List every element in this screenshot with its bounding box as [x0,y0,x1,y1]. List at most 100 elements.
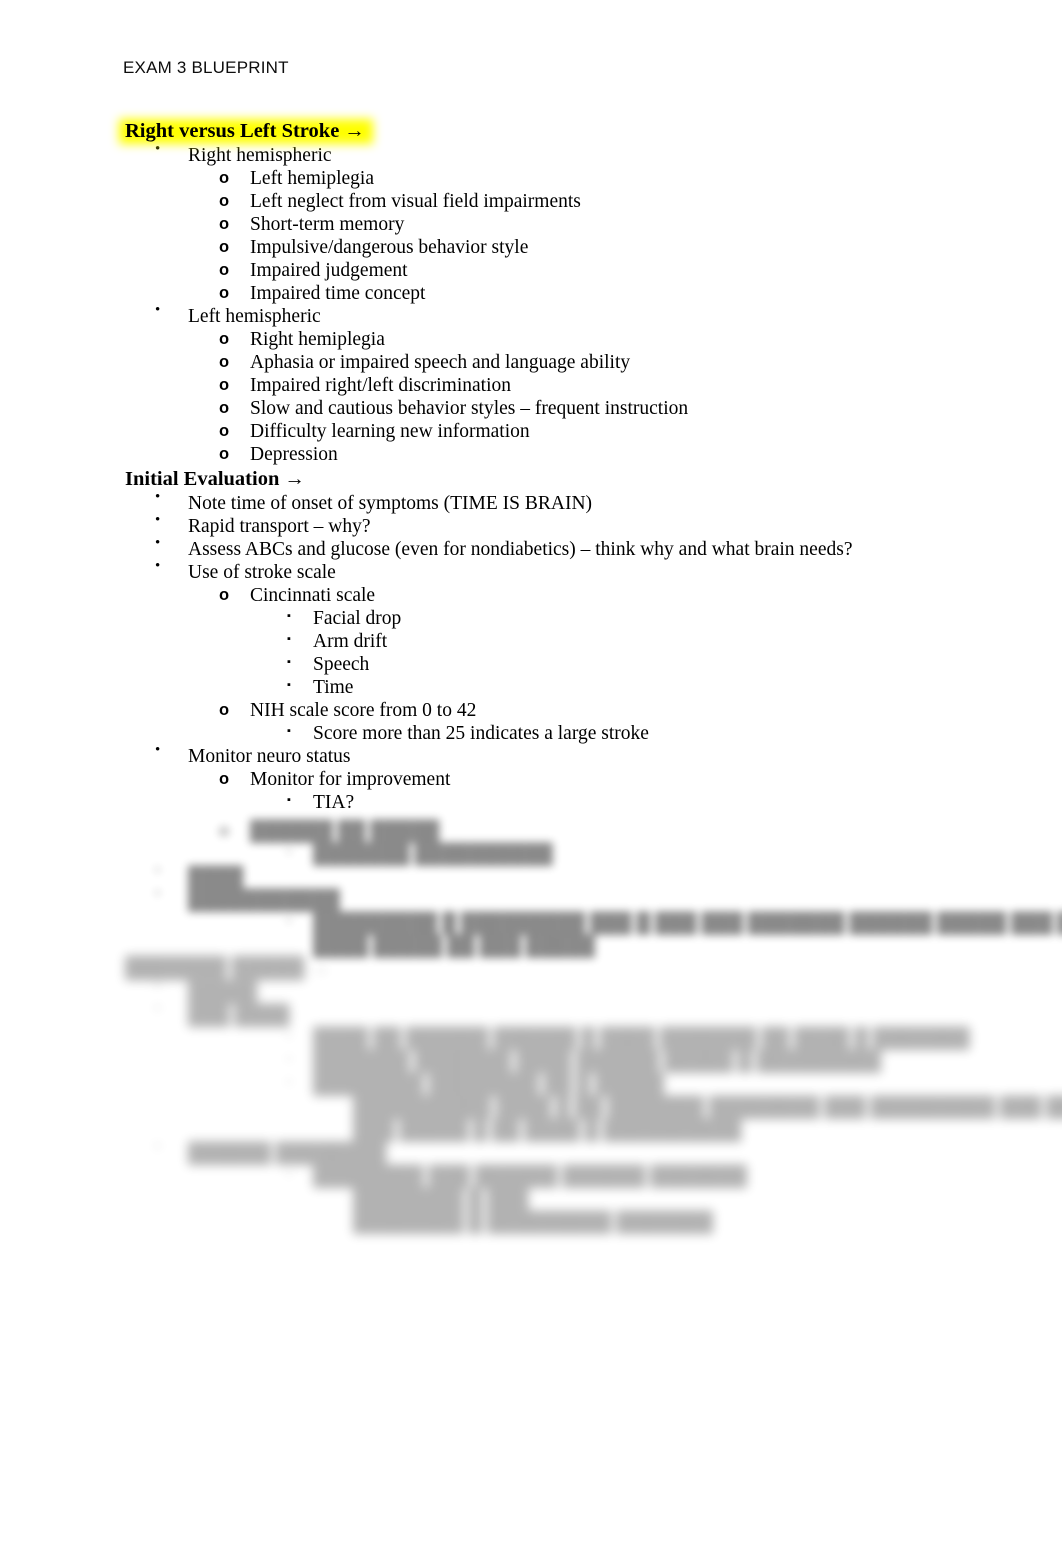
bullet-circle-o-icon: o [219,330,230,348]
bullet-circle-o-icon: o [219,445,230,463]
list-item: o Impaired judgement [0,259,1062,282]
bullet-circle-o-icon: o [219,822,230,840]
list-item: ▪ ████████ ███ ██████ ██████ ███████ [0,1165,1062,1188]
list-item-text: Difficulty learning new information [250,421,530,442]
list-item-text: ████████ █ █████████ ███████ [353,1212,714,1233]
bullet-circle-o-icon: o [219,399,230,417]
bullet-square-icon: ▪ [287,794,291,806]
list-item: o Left neglect from visual field impairm… [0,190,1062,213]
bullet-dot-icon: • [155,742,161,758]
list-item: ▪ ████████ ████████ ██ █ █████ [0,1073,1062,1096]
list-item-text: TIA? [313,792,355,813]
list-item-text: Score more than 25 indicates a large str… [313,723,649,744]
list-item-text: Short-term memory [250,214,405,235]
bullet-square-icon: ▪ [287,846,291,858]
list-item: ▪ Speech [0,653,1062,676]
section-heading-text: Initial Evaluation → [125,468,305,490]
list-item: o Monitor for improvement [0,768,1062,791]
list-item: ████ █████ ██ ███ █████ [0,935,1062,958]
obscured-list-lower: • █████ • ███ ████ ▪ ████ ██ ██████ ████… [0,978,1062,1234]
list-item-text: Left hemispheric [188,306,321,327]
list-item: • ███████████ [0,886,1062,912]
list-item-text: Impaired judgement [250,260,408,281]
bullet-dot-icon: • [155,978,161,994]
bullet-circle-o-icon: o [219,215,230,233]
list-item: ▪ Time [0,676,1062,699]
list-item: • Use of stroke scale [0,558,1062,584]
list-item-text: Impulsive/dangerous behavior style [250,237,529,258]
bullet-dot-icon: • [155,535,161,551]
bullet-dot-icon: • [155,886,161,902]
list-item-text: Assess ABCs and glucose (even for nondia… [188,539,853,560]
list-item: o Difficulty learning new information [0,420,1062,443]
bullet-square-icon: ▪ [287,1030,291,1042]
list-item: ▪ Facial drop [0,607,1062,630]
list-item: • Monitor neuro status [0,742,1062,768]
list-item-text: Facial drop [313,608,402,629]
bullet-square-icon: ▪ [287,656,291,668]
list-item-text: Impaired time concept [250,283,426,304]
list-item-text: ████████ █ ███ [353,1189,529,1210]
bullet-dot-icon: • [155,512,161,528]
list-item: o Short-term memory [0,213,1062,236]
list-item-text: Cincinnati scale [250,585,376,606]
bullet-dot-icon: • [155,863,161,879]
list-item: • Right hemispheric [0,141,1062,167]
list-item-text: Time [313,677,354,698]
list-item: o Cincinnati scale [0,584,1062,607]
list-item-text: NIH scale score from 0 to 42 [250,700,477,721]
bullet-square-icon: ▪ [287,1168,291,1180]
bullet-square-icon: ▪ [287,679,291,691]
bullet-square-icon: ▪ [287,915,291,927]
list-item-text: ██████████ ████ █ ██ ███████ ████████ ██… [353,1097,1062,1118]
bullet-circle-o-icon: o [219,422,230,440]
list-item-text: Use of stroke scale [188,562,336,583]
list-item-text: Depression [250,444,338,465]
list-item: o Right hemiplegia [0,328,1062,351]
list-item-text: Impaired right/left discrimination [250,375,512,396]
list-item-text: █████ [188,982,258,1003]
running-header: EXAM 3 BLUEPRINT [123,58,289,77]
section-list-initial-evaluation: • Note time of onset of symptoms (TIME I… [0,489,1062,814]
list-item-text: Slow and cautious behavior styles – freq… [250,398,689,419]
list-item-text: ██████ ████████ [188,1143,387,1164]
section-heading-text: Right versus Left Stroke → [125,120,365,142]
bullet-circle-o-icon: o [219,192,230,210]
document-body: Right versus Left Stroke → • Right hemis… [0,118,1062,814]
bullet-circle-o-icon: o [219,284,230,302]
list-item: • ███ ████ [0,1001,1062,1027]
list-item-text: Note time of onset of symptoms (TIME IS … [188,493,593,514]
list-item-text: ███ █████ █ ██ ████ █ ██████████ [353,1120,742,1141]
list-item-text: Rapid transport – why? [188,516,371,537]
bullet-square-icon: ▪ [287,633,291,645]
list-item: o Left hemiplegia [0,167,1062,190]
list-item-text: Speech [313,654,370,675]
list-item: ██████████ ████ █ ██ ███████ ████████ ██… [0,1096,1062,1119]
list-item-text: ████ [188,867,244,888]
list-item-text: █████████ █ █████████ ███ █ ███ ███ ████… [313,913,1062,934]
obscured-list-upper: o ██████ ██ █████ ▪ ███████ ██████████ •… [0,820,1062,958]
list-item-text: ███████ ██████████ [313,844,553,865]
bullet-dot-icon: • [155,302,161,318]
list-item-text: Left neglect from visual field impairmen… [250,191,581,212]
list-item: o Impaired right/left discrimination [0,374,1062,397]
document-page: EXAM 3 BLUEPRINT Right versus Left Strok… [0,0,1062,1556]
bullet-square-icon: ▪ [287,1076,291,1088]
list-item-text: ████ ██ ██████ ██████ █ ████ ███████ ██ … [313,1028,970,1049]
bullet-circle-o-icon: o [219,701,230,719]
list-item: o Slow and cautious behavior styles – fr… [0,397,1062,420]
list-item: ▪ ████ ██ ██████ ██████ █ ████ ███████ █… [0,1027,1062,1050]
list-item: ▪ TIA? [0,791,1062,814]
bullet-square-icon: ▪ [287,725,291,737]
list-item: • ██████ ████████ [0,1139,1062,1165]
bullet-square-icon: ▪ [287,1053,291,1065]
list-item: • Left hemispheric [0,302,1062,328]
section-list-right-versus-left-stroke: • Right hemispheric o Left hemiplegia o … [0,141,1062,466]
list-item-text: ███ ████ [188,1005,290,1026]
list-item: o Aphasia or impaired speech and languag… [0,351,1062,374]
obscured-section-heading-text: ███████ █████ → [125,957,331,979]
bullet-circle-o-icon: o [219,261,230,279]
list-item-text: ███████████ [188,890,340,911]
bullet-dot-icon: • [155,1139,161,1155]
list-item-text: Right hemispheric [188,145,332,166]
